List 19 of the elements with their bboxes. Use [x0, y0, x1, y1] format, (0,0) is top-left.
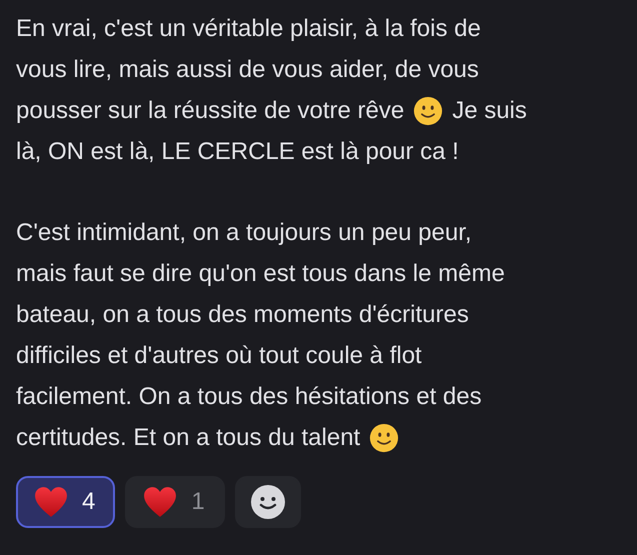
message-text: Je suis: [452, 96, 527, 126]
smiley-icon: [250, 484, 286, 520]
message-text: bateau, on a tous des moments d'écritures: [16, 300, 469, 330]
heart-icon: [34, 486, 68, 518]
message-text: difficiles et d'autres où tout coule à flot: [16, 341, 422, 371]
message-text: mais faut se dire qu'on est tous dans le même: [16, 259, 505, 289]
heart-icon: [143, 486, 178, 518]
message-text: facilement. On a tous des hésitations et des: [16, 382, 482, 412]
reaction-button[interactable]: 4: [16, 476, 116, 528]
reaction-button[interactable]: 1: [125, 476, 225, 528]
add-reaction-button[interactable]: [234, 476, 301, 528]
smiley-emoji-icon: [413, 96, 444, 126]
message-text: là, ON est là, LE CERCLE est là pour ca !: [16, 137, 459, 167]
message-text: vous lire, mais aussi de vous aider, de vous: [16, 55, 479, 85]
message-text: En vrai, c'est un véritable plaisir, à la fois de: [16, 14, 481, 44]
message-text: C'est intimidant, on a toujours un peu peur,: [16, 218, 472, 248]
message-text: pousser sur la réussite de votre rêve: [16, 96, 404, 126]
smiley-emoji-icon: [369, 422, 400, 452]
message-text: certitudes. Et on a tous du talent: [16, 423, 360, 453]
